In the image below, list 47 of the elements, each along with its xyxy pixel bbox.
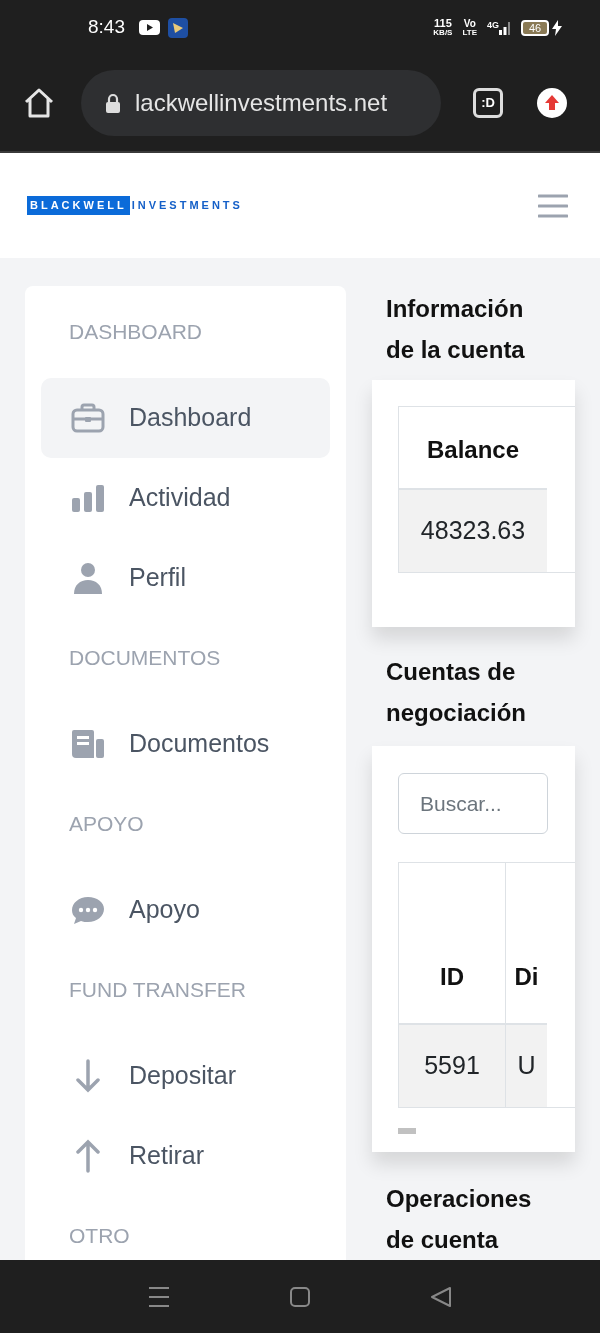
section-label: OTRO (68, 1224, 131, 1248)
network-speed: 115 (434, 18, 452, 28)
briefcase-icon (71, 403, 105, 433)
search-field[interactable]: Buscar... (398, 773, 548, 834)
section-label: DOCUMENTOS (68, 646, 222, 670)
section-heading: Cuentas de negociación (385, 656, 528, 728)
logo[interactable]: BLACKWELL INVESTMENTS (27, 196, 243, 215)
lock-icon (105, 93, 121, 113)
url-text: lackwellinvestments.net (135, 88, 388, 118)
table-cell: U (506, 1025, 547, 1107)
network-type: 4G (487, 19, 499, 32)
home-icon[interactable] (23, 87, 55, 119)
battery-level: 46 (521, 19, 549, 36)
menu-icon[interactable] (148, 1285, 170, 1308)
section-heading: Información de la cuenta (385, 294, 526, 365)
section-heading: Operaciones de cuenta (385, 1184, 533, 1255)
sidebar-item[interactable]: Depositar (41, 1036, 330, 1116)
section-label: FUND TRANSFER (68, 978, 247, 1002)
arrow-up-icon (76, 1139, 100, 1173)
volte-label: Vo (463, 18, 476, 28)
document-icon (71, 729, 105, 759)
bar-chart-icon (71, 484, 105, 512)
sidebar-item[interactable]: Apoyo (41, 870, 330, 950)
scrollbar-thumb[interactable] (398, 1128, 416, 1134)
sidebar-item[interactable]: Documentos (41, 704, 330, 784)
table-cell: 48323.63 (399, 489, 547, 572)
sidebar-item[interactable]: Retirar (41, 1116, 330, 1196)
user-icon (73, 562, 103, 594)
app-icon (168, 17, 188, 38)
sidebar-item[interactable]: Actividad (41, 458, 330, 538)
sidebar-item[interactable]: Dashboard (41, 378, 330, 458)
section-label: DASHBOARD (68, 320, 204, 344)
address-bar[interactable]: lackwellinvestments.net (81, 70, 441, 136)
volte-sub-label: LTE (462, 27, 477, 37)
video-play-icon (139, 20, 160, 35)
signal-icon (499, 20, 511, 35)
chat-bubble-icon (71, 895, 105, 925)
charging-icon (552, 19, 562, 36)
section-label: APOYO (68, 812, 145, 836)
sidebar-item[interactable]: Perfil (41, 538, 330, 618)
network-speed-unit: KB/S (433, 27, 453, 37)
back-triangle-icon[interactable] (430, 1285, 452, 1308)
home-square-icon[interactable] (290, 1286, 310, 1307)
table-cell: 5591 (399, 1025, 505, 1107)
clock-time: 8:43 (88, 15, 125, 40)
arrow-down-icon (76, 1059, 100, 1093)
tab-switcher-button[interactable]: :D (473, 88, 503, 118)
